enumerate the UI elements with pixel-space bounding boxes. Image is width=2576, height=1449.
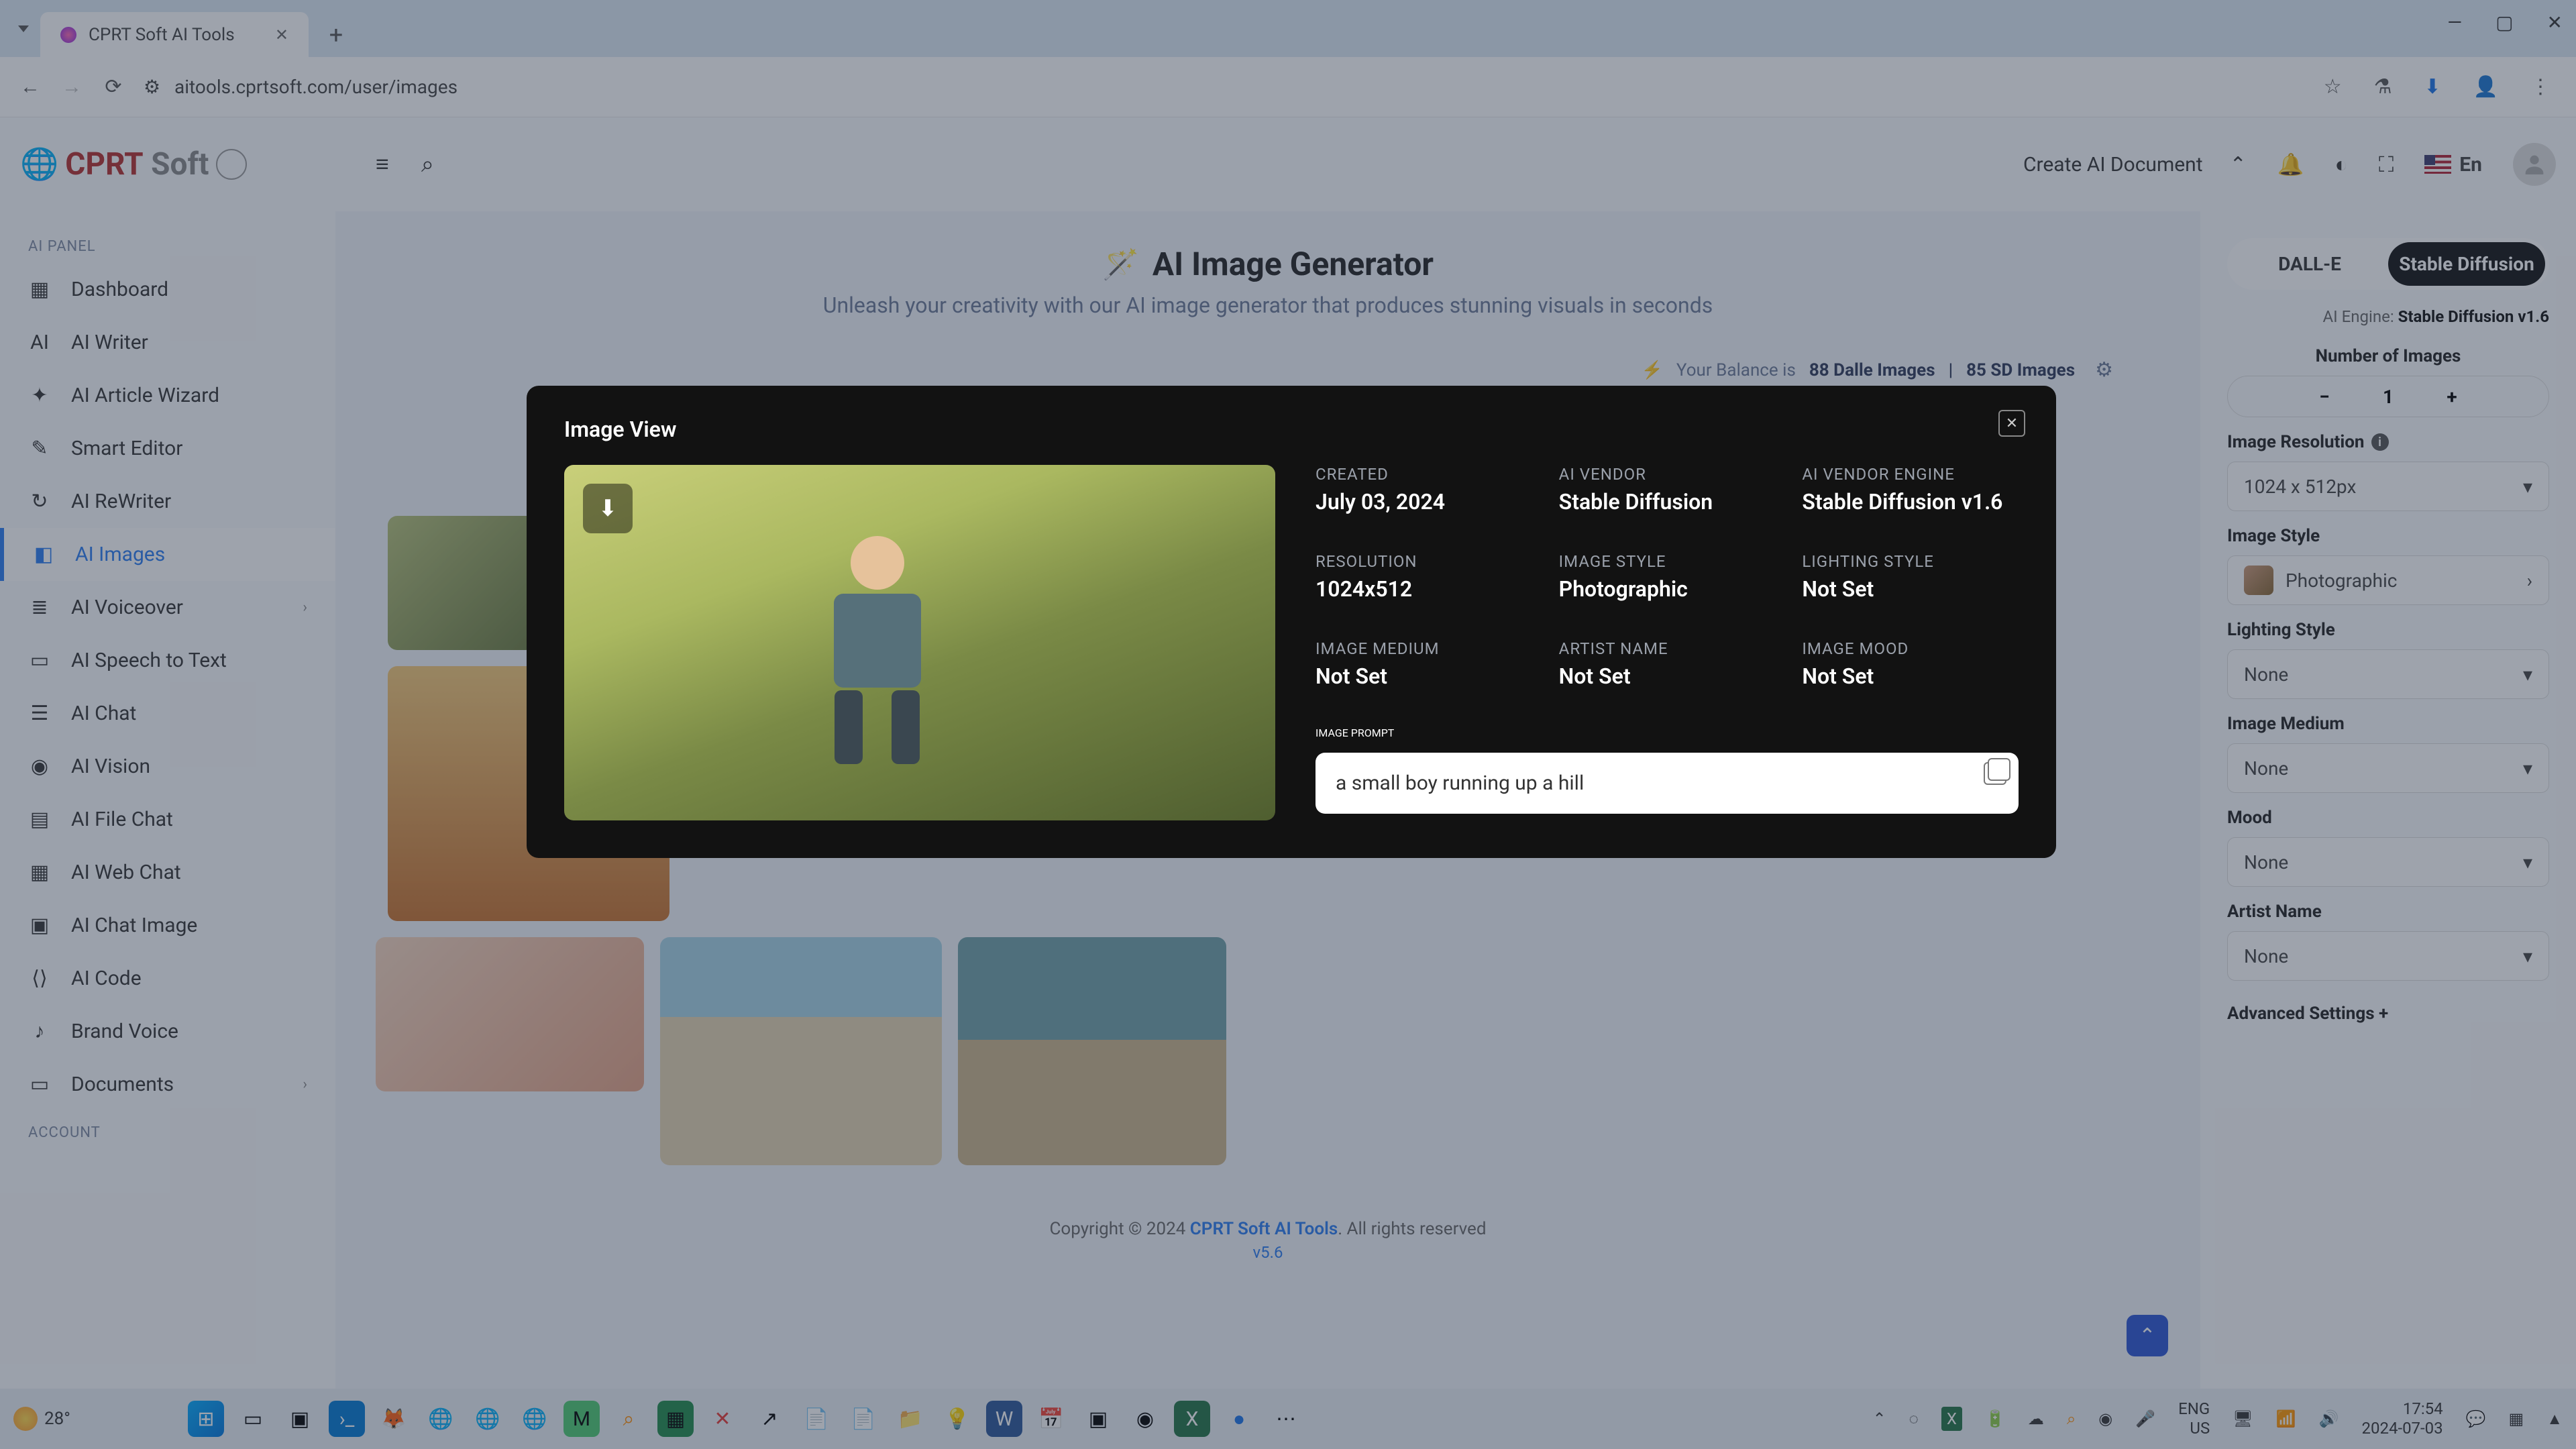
copy-icon[interactable]: [1984, 762, 2006, 785]
prompt-label: IMAGE PROMPT: [1316, 727, 2019, 739]
image-view-modal: Image View ✕ ⬇ CREATEDJuly 03, 2024 AI V…: [527, 386, 2056, 858]
download-button[interactable]: ⬇: [583, 484, 633, 533]
modal-close-button[interactable]: ✕: [1998, 410, 2025, 437]
image-preview: ⬇: [564, 465, 1275, 820]
prompt-value[interactable]: a small boy running up a hill: [1316, 753, 2019, 814]
preview-figure: [820, 536, 934, 751]
modal-title: Image View: [564, 417, 2019, 442]
image-metadata: CREATEDJuly 03, 2024 AI VENDORStable Dif…: [1316, 465, 2019, 820]
